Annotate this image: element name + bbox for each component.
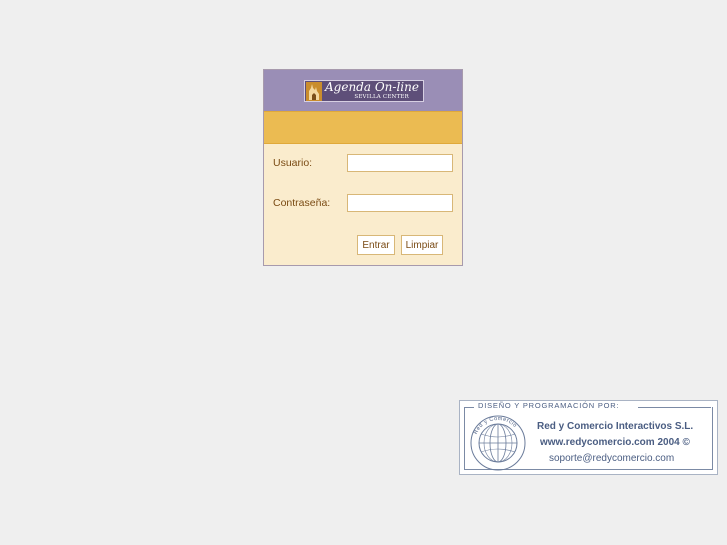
username-input[interactable] (347, 154, 453, 172)
globe-seal-icon: Red y Comercio (469, 414, 527, 472)
page: Agenda On-line SEVILLA CENTER Usuario: C… (0, 0, 727, 545)
password-label: Contraseña: (273, 197, 331, 209)
agenda-logo: Agenda On-line SEVILLA CENTER (304, 80, 424, 102)
credits-heading: DISEÑO Y PROGRAMACIÓN POR: (474, 401, 624, 410)
cathedral-emblem-icon (306, 82, 322, 101)
login-panel: Agenda On-line SEVILLA CENTER Usuario: C… (263, 69, 463, 266)
clear-button[interactable]: Limpiar (401, 235, 443, 255)
header-bar (264, 111, 462, 144)
password-input[interactable] (347, 194, 453, 212)
credits-website: www.redycomercio.com 2004 © (540, 437, 690, 448)
logo-title: Agenda On-line (325, 80, 419, 94)
logo-subtitle: SEVILLA CENTER (354, 94, 409, 100)
login-header: Agenda On-line SEVILLA CENTER (264, 70, 462, 111)
credits-company: Red y Comercio Interactivos S.L. (537, 421, 694, 432)
credits-email: soporte@redycomercio.com (549, 453, 675, 464)
submit-button[interactable]: Entrar (357, 235, 395, 255)
username-label: Usuario: (273, 157, 313, 169)
credits-panel: DISEÑO Y PROGRAMACIÓN POR: Red y Comerci… (459, 400, 718, 475)
